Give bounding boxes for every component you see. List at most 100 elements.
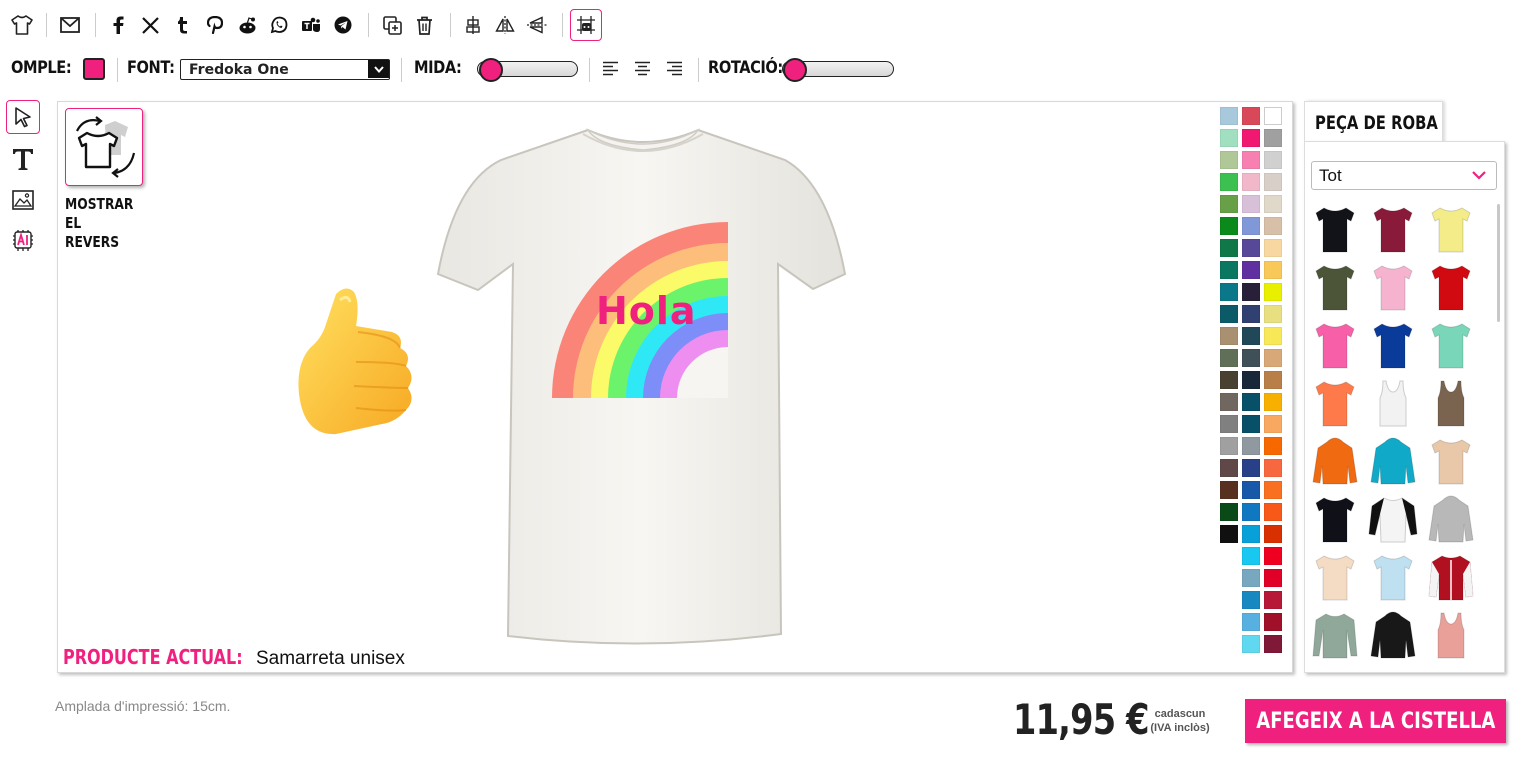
color-swatch[interactable] (1242, 239, 1260, 257)
garment-thumbnail[interactable] (1426, 262, 1476, 314)
color-swatch[interactable] (1220, 525, 1238, 543)
color-swatch[interactable] (1264, 635, 1282, 653)
center-vertical-icon[interactable] (461, 13, 485, 37)
color-swatch[interactable] (1264, 261, 1282, 279)
color-swatch[interactable] (1264, 327, 1282, 345)
color-swatch[interactable] (1264, 503, 1282, 521)
color-swatch[interactable] (1264, 283, 1282, 301)
size-slider[interactable] (477, 58, 578, 82)
color-swatch[interactable] (1220, 173, 1238, 191)
color-swatch[interactable] (1264, 239, 1282, 257)
color-swatch[interactable] (1264, 459, 1282, 477)
color-swatch[interactable] (1242, 327, 1260, 345)
garment-thumbnail[interactable] (1310, 378, 1360, 430)
color-swatch[interactable] (1220, 261, 1238, 279)
color-swatch[interactable] (1242, 349, 1260, 367)
x-icon[interactable] (138, 13, 162, 37)
garment-thumbnail[interactable] (1368, 320, 1418, 372)
color-swatch[interactable] (1242, 151, 1260, 169)
garment-thumbnail[interactable] (1426, 320, 1476, 372)
reddit-icon[interactable] (235, 13, 259, 37)
telegram-icon[interactable] (331, 13, 355, 37)
design-text[interactable]: Hola (596, 289, 697, 333)
color-swatch[interactable] (1264, 393, 1282, 411)
color-swatch[interactable] (1242, 437, 1260, 455)
color-swatch[interactable] (1264, 371, 1282, 389)
color-swatch[interactable] (1220, 393, 1238, 411)
font-select[interactable]: Fredoka One (180, 59, 390, 80)
thumbs-up-sticker[interactable] (296, 284, 421, 444)
color-swatch[interactable] (1242, 547, 1260, 565)
color-swatch[interactable] (1242, 129, 1260, 147)
trash-icon[interactable] (412, 13, 436, 37)
rotation-slider[interactable] (782, 58, 894, 82)
color-swatch[interactable] (1264, 107, 1282, 125)
shirt-icon[interactable] (10, 13, 34, 37)
cursor-icon[interactable] (6, 100, 40, 134)
color-swatch[interactable] (1264, 415, 1282, 433)
color-swatch[interactable] (1242, 261, 1260, 279)
rotation-slider-handle[interactable] (783, 58, 807, 82)
color-swatch[interactable] (1242, 415, 1260, 433)
color-swatch[interactable] (1242, 613, 1260, 631)
color-swatch[interactable] (1264, 217, 1282, 235)
garment-thumbnail[interactable] (1368, 610, 1418, 662)
duplicate-icon[interactable] (380, 13, 404, 37)
color-swatch[interactable] (1242, 305, 1260, 323)
flip-horizontal-icon[interactable] (493, 13, 517, 37)
color-swatch[interactable] (1242, 481, 1260, 499)
garment-thumbnail[interactable] (1368, 204, 1418, 256)
color-swatch[interactable] (1242, 569, 1260, 587)
color-swatch[interactable] (1220, 459, 1238, 477)
garment-thumbnail[interactable] (1368, 436, 1418, 488)
color-swatch[interactable] (1264, 569, 1282, 587)
color-swatch[interactable] (1220, 371, 1238, 389)
garment-thumbnail[interactable] (1368, 494, 1418, 546)
garment-thumbnail[interactable] (1310, 204, 1360, 256)
color-swatch[interactable] (1242, 371, 1260, 389)
color-swatch[interactable] (1264, 349, 1282, 367)
color-swatch[interactable] (1220, 217, 1238, 235)
garment-thumbnail[interactable] (1310, 610, 1360, 662)
garment-thumbnail[interactable] (1368, 262, 1418, 314)
color-swatch[interactable] (1264, 613, 1282, 631)
garment-thumbnail[interactable] (1426, 378, 1476, 430)
color-swatch[interactable] (1220, 437, 1238, 455)
garment-thumbnail[interactable] (1310, 494, 1360, 546)
color-swatch[interactable] (1264, 525, 1282, 543)
color-swatch[interactable] (1242, 635, 1260, 653)
garment-thumbnail[interactable] (1368, 552, 1418, 604)
fill-color-picker[interactable] (83, 58, 105, 80)
garment-thumbnail[interactable] (1310, 552, 1360, 604)
tumblr-icon[interactable] (170, 13, 194, 37)
color-swatch[interactable] (1220, 503, 1238, 521)
color-swatch[interactable] (1220, 151, 1238, 169)
color-swatch[interactable] (1264, 305, 1282, 323)
pinterest-icon[interactable] (203, 13, 227, 37)
color-swatch[interactable] (1242, 503, 1260, 521)
whatsapp-icon[interactable] (267, 13, 291, 37)
flip-vertical-icon[interactable] (525, 13, 549, 37)
garment-filter-select[interactable]: Tot (1311, 161, 1497, 190)
color-swatch[interactable] (1242, 173, 1260, 191)
garment-thumbnail[interactable] (1426, 204, 1476, 256)
color-swatch[interactable] (1264, 591, 1282, 609)
text-icon[interactable] (6, 142, 40, 176)
facebook-icon[interactable] (106, 13, 130, 37)
color-swatch[interactable] (1220, 195, 1238, 213)
show-back-button[interactable] (65, 108, 143, 186)
garment-thumbnail[interactable] (1426, 552, 1476, 604)
color-swatch[interactable] (1264, 129, 1282, 147)
garment-thumbnail[interactable] (1426, 494, 1476, 546)
color-swatch[interactable] (1220, 415, 1238, 433)
align-left-icon[interactable] (602, 61, 619, 76)
garment-thumbnail[interactable] (1310, 320, 1360, 372)
align-center-icon[interactable] (634, 61, 651, 76)
garment-thumbnail[interactable] (1426, 610, 1476, 662)
garment-thumbnail[interactable] (1426, 436, 1476, 488)
garment-thumbnail[interactable] (1368, 378, 1418, 430)
garment-thumbnail[interactable] (1310, 262, 1360, 314)
ai-icon[interactable] (6, 224, 40, 258)
garment-thumbnail[interactable] (1368, 668, 1418, 670)
color-swatch[interactable] (1264, 195, 1282, 213)
